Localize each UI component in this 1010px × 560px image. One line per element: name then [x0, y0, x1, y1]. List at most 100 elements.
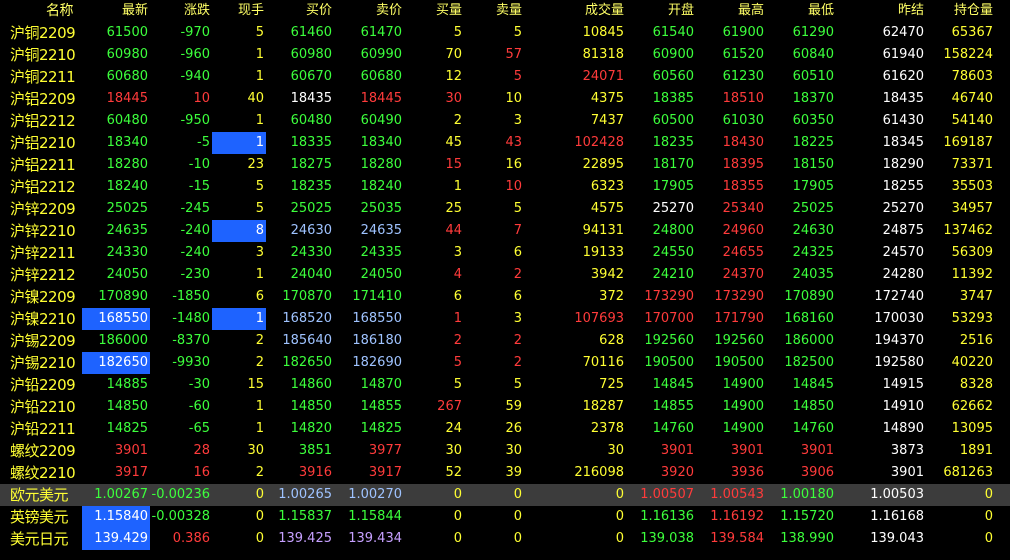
col-turnover-cell: 2378: [590, 421, 624, 436]
col-name-cell: 沪锡2209: [10, 332, 76, 350]
header-col-open[interactable]: 开盘: [624, 0, 694, 22]
col-volume-now-cell: 5: [255, 201, 264, 216]
table-row[interactable]: 沪锌2210 24635 -240 8 24630 24635 44 7 94131 24800 2…: [0, 220, 1010, 242]
col-high-cell: 1.16192: [710, 509, 764, 524]
col-open-interest-cell: 46740: [951, 91, 993, 106]
col-bid-cell: 14850: [290, 399, 332, 414]
table-row[interactable]: 螺纹2210 3917 16 2 3916 3917 52 39 216098 3920 3936 3…: [0, 462, 1010, 484]
col-last-cell: 60980: [106, 47, 148, 62]
col-high-cell: 14900: [722, 399, 764, 414]
header-col-ask[interactable]: 卖价: [332, 0, 402, 22]
col-open-interest-cell: 54140: [951, 113, 993, 128]
table-row[interactable]: 沪锌2209 25025 -245 5 25025 25035 25 5 4575 25270 25…: [0, 198, 1010, 220]
col-name-cell: 英镑美元: [10, 508, 69, 526]
col-volume-now-cell: 15: [247, 377, 264, 392]
col-high-cell: 139.584: [710, 531, 764, 546]
col-name-cell: 沪锡2210: [10, 354, 76, 372]
header-col-turnover[interactable]: 成交量: [544, 0, 624, 22]
col-change-cell: -1850: [172, 289, 210, 304]
header-col-bid-qty[interactable]: 买量: [412, 0, 462, 22]
col-open-cell: 1.16136: [640, 509, 694, 524]
col-last-cell: 24330: [106, 245, 148, 260]
col-ask-qty-cell: 2: [513, 355, 522, 370]
col-high-cell: 18430: [722, 135, 764, 150]
header-col-volume-now[interactable]: 现手: [214, 0, 264, 22]
col-ask-cell: 60990: [360, 47, 402, 62]
col-bid-qty-cell: 5: [453, 355, 462, 370]
col-ask-qty-cell: 6: [513, 245, 522, 260]
header-col-low[interactable]: 最低: [764, 0, 834, 22]
header-col-last[interactable]: 最新: [78, 0, 148, 22]
col-ask-qty-cell: 5: [513, 377, 522, 392]
col-open-interest-cell: 8328: [959, 377, 993, 392]
col-low-cell: 17905: [792, 179, 834, 194]
col-ask-cell: 60490: [360, 113, 402, 128]
table-row[interactable]: 沪锌2212 24050 -230 1 24040 24050 4 2 3942 24210 243…: [0, 264, 1010, 286]
col-bid-qty-cell: 0: [453, 509, 462, 524]
table-row[interactable]: 英镑美元 1.15840 -0.00328 0 1.15837 1.15844 0 0 0 1.1…: [0, 506, 1010, 528]
col-bid-cell: 24630: [290, 223, 332, 238]
header-col-open-interest[interactable]: 持仓量: [923, 0, 993, 22]
col-change-cell: -230: [180, 267, 210, 282]
col-open-cell: 24550: [652, 245, 694, 260]
col-turnover-cell: 372: [599, 289, 624, 304]
table-row[interactable]: 沪锌2211 24330 -240 3 24330 24335 3 6 19133 24550 24…: [0, 242, 1010, 264]
col-volume-now-cell: 1: [255, 47, 264, 62]
col-bid-cell: 14860: [290, 377, 332, 392]
col-bid-qty-cell: 4: [453, 267, 462, 282]
col-turnover-cell: 10845: [582, 25, 624, 40]
col-open-cell: 25270: [652, 201, 694, 216]
col-low-cell: 18150: [792, 157, 834, 172]
col-ask-cell: 24335: [360, 245, 402, 260]
col-ask-qty-cell: 3: [513, 113, 522, 128]
table-row[interactable]: 沪铅2211 14825 -65 1 14820 14825 24 26 2378 14760 14…: [0, 418, 1010, 440]
table-row[interactable]: 欧元美元 1.00267 -0.00236 0 1.00265 1.00270 0 0 0 1.0…: [0, 484, 1010, 506]
col-turnover-cell: 6323: [590, 179, 624, 194]
col-change-cell: -960: [180, 47, 210, 62]
header-col-prev-settle[interactable]: 昨结: [844, 0, 924, 22]
header-col-high[interactable]: 最高: [694, 0, 764, 22]
table-row[interactable]: 沪铅2209 14885 -30 15 14860 14870 5 5 725 14845 1490…: [0, 374, 1010, 396]
table-row[interactable]: 沪镍2209 170890 -1850 6 170870 171410 6 6 372 17329…: [0, 286, 1010, 308]
table-row[interactable]: 沪铜2211 60680 -940 1 60670 60680 12 5 24071 60560 6…: [0, 66, 1010, 88]
header-col-change[interactable]: 涨跌: [140, 0, 210, 22]
table-row[interactable]: 沪铝2212 18240 -15 5 18235 18240 1 10 6323 17905 183…: [0, 176, 1010, 198]
col-open-cell: 1.00507: [640, 487, 694, 502]
col-change-cell: -245: [180, 201, 210, 216]
col-last-cell: 18240: [106, 179, 148, 194]
table-row[interactable]: 沪锡2210 182650 -9930 2 182650 182690 5 2 70116 190…: [0, 352, 1010, 374]
col-bid-cell: 14820: [290, 421, 332, 436]
col-prev-settle-cell: 25270: [882, 201, 924, 216]
table-row[interactable]: 沪铝2212 60480 -950 1 60480 60490 2 3 7437 60500 610…: [0, 110, 1010, 132]
col-prev-settle-cell: 139.043: [870, 531, 924, 546]
col-open-cell: 17905: [652, 179, 694, 194]
table-row[interactable]: 美元日元 139.429 0.386 0 139.425 139.434 0 0 0 139.03…: [0, 528, 1010, 550]
col-change-cell: -0.00328: [151, 509, 210, 524]
table-row[interactable]: 沪锡2209 186000 -8370 2 185640 186180 2 2 628 19256…: [0, 330, 1010, 352]
col-ask-qty-cell: 5: [513, 25, 522, 40]
col-prev-settle-cell: 3873: [890, 443, 924, 458]
col-high-cell: 18510: [722, 91, 764, 106]
table-row[interactable]: 沪铜2210 60980 -960 1 60980 60990 70 57 81318 60900…: [0, 44, 1010, 66]
col-low-cell: 14850: [792, 399, 834, 414]
col-high-cell: 14900: [722, 377, 764, 392]
col-change-cell: -940: [180, 69, 210, 84]
col-open-interest-cell: 73371: [951, 157, 993, 172]
table-row[interactable]: 沪镍2210 168550 -1480 1 168520 168550 1 3 107693 17…: [0, 308, 1010, 330]
col-open-cell: 170700: [644, 311, 694, 326]
col-name-cell: 沪铜2209: [10, 24, 76, 42]
table-row[interactable]: 螺纹2209 3901 28 30 3851 3977 30 30 30 3901 3901 3901…: [0, 440, 1010, 462]
header-col-ask-qty[interactable]: 卖量: [472, 0, 522, 22]
col-bid-cell: 25025: [290, 201, 332, 216]
col-name-cell: 沪镍2210: [10, 310, 76, 328]
header-col-bid[interactable]: 买价: [262, 0, 332, 22]
table-row[interactable]: 沪铜2209 61500 -970 5 61460 61470 5 5 10845 61540 61…: [0, 22, 1010, 44]
table-row[interactable]: 沪铝2211 18280 -10 23 18275 18280 15 16 22895 18170…: [0, 154, 1010, 176]
table-row[interactable]: 沪铝2210 18340 -5 1 18335 18340 45 43 102428 18235 1…: [0, 132, 1010, 154]
table-row[interactable]: 沪铝2209 18445 10 40 18435 18445 30 10 4375 18385 18…: [0, 88, 1010, 110]
table-row[interactable]: 沪铅2210 14850 -60 1 14850 14855 267 59 18287 14855…: [0, 396, 1010, 418]
col-prev-settle-cell: 61620: [882, 69, 924, 84]
col-bid-qty-cell: 3: [453, 245, 462, 260]
col-last-cell: 186000: [98, 333, 148, 348]
col-ask-qty-cell: 3: [513, 311, 522, 326]
